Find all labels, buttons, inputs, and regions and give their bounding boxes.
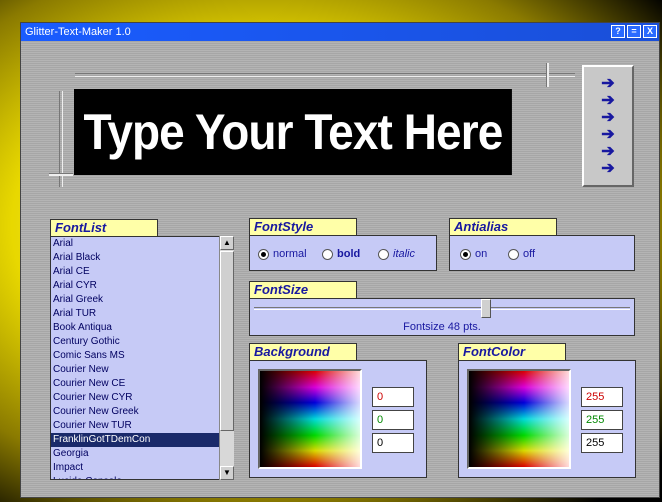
font-list-item[interactable]: Impact bbox=[51, 461, 233, 475]
arrow-icon: ➔ bbox=[601, 143, 615, 160]
fontsize-slider-track[interactable] bbox=[254, 307, 630, 310]
fontcolor-red-input[interactable]: 255 bbox=[581, 387, 623, 407]
horizontal-ruler-handle[interactable] bbox=[546, 63, 549, 87]
font-list-item[interactable]: FranklinGotTDemCon bbox=[51, 433, 233, 447]
arrow-icon: ➔ bbox=[601, 160, 615, 177]
antialias-panel: on off bbox=[449, 235, 635, 271]
radio-bold[interactable] bbox=[322, 248, 333, 260]
font-list-item[interactable]: Comic Sans MS bbox=[51, 349, 233, 363]
background-panel: 0 0 0 bbox=[249, 360, 427, 478]
font-list-item[interactable]: Arial Greek bbox=[51, 293, 233, 307]
font-list-item[interactable]: Courier New TUR bbox=[51, 419, 233, 433]
fontcolor-color-picker[interactable] bbox=[467, 369, 571, 469]
font-list-item[interactable]: Georgia bbox=[51, 447, 233, 461]
radio-off[interactable] bbox=[508, 248, 519, 260]
font-list-item[interactable]: Courier New Greek bbox=[51, 405, 233, 419]
title-bar: Glitter-Text-Maker 1.0 ? = X bbox=[21, 23, 659, 41]
font-list-item[interactable]: Courier New CYR bbox=[51, 391, 233, 405]
font-list-item[interactable]: Arial Black bbox=[51, 251, 233, 265]
antialias-tab: Antialias bbox=[449, 218, 557, 235]
close-button[interactable]: X bbox=[643, 25, 657, 38]
fontcolor-tab: FontColor bbox=[458, 343, 566, 360]
label-on: on bbox=[475, 248, 488, 260]
antialias-off[interactable]: off bbox=[508, 248, 535, 260]
label-italic: italic bbox=[393, 248, 416, 260]
font-list-item[interactable]: Arial CE bbox=[51, 265, 233, 279]
fontlist-tab: FontList bbox=[50, 219, 158, 236]
label-normal: normal bbox=[273, 248, 307, 260]
fontstyle-italic[interactable]: italic bbox=[378, 248, 415, 260]
vertical-ruler-handle[interactable] bbox=[49, 173, 73, 176]
title-bar-buttons: ? = X bbox=[611, 25, 657, 38]
radio-italic[interactable] bbox=[378, 248, 389, 260]
font-list-item[interactable]: Arial bbox=[51, 237, 233, 251]
minimize-button[interactable]: = bbox=[627, 25, 641, 38]
arrow-icon: ➔ bbox=[601, 75, 615, 92]
font-list-item[interactable]: Arial CYR bbox=[51, 279, 233, 293]
font-list[interactable]: Arial Arial Black Arial CE Arial CYR Arial G… bbox=[50, 236, 234, 480]
arrow-icon: ➔ bbox=[601, 109, 615, 126]
fontstyle-panel: normal bold italic bbox=[249, 235, 437, 271]
fontcolor-blue-input[interactable]: 255 bbox=[581, 433, 623, 453]
font-list-item[interactable]: Courier New CE bbox=[51, 377, 233, 391]
fontsize-tab: FontSize bbox=[249, 281, 357, 298]
app-window: Glitter-Text-Maker 1.0 ? = X Type Your T… bbox=[20, 22, 660, 498]
generate-button[interactable]: ➔ ➔ ➔ ➔ ➔ ➔ bbox=[582, 65, 634, 187]
horizontal-ruler bbox=[75, 73, 575, 77]
fontstyle-bold[interactable]: bold bbox=[322, 248, 360, 260]
font-list-scrollbar[interactable]: ▲ ▼ bbox=[219, 236, 234, 480]
background-blue-input[interactable]: 0 bbox=[372, 433, 414, 453]
scroll-up-button[interactable]: ▲ bbox=[220, 236, 234, 250]
fontsize-slider-thumb[interactable] bbox=[480, 299, 491, 318]
antialias-on[interactable]: on bbox=[460, 248, 487, 260]
fontcolor-green-input[interactable]: 255 bbox=[581, 410, 623, 430]
scroll-thumb[interactable] bbox=[220, 251, 234, 431]
label-bold: bold bbox=[337, 248, 361, 260]
background-red-input[interactable]: 0 bbox=[372, 387, 414, 407]
arrow-icon: ➔ bbox=[601, 126, 615, 143]
text-preview[interactable]: Type Your Text Here bbox=[74, 89, 512, 175]
fontstyle-tab: FontStyle bbox=[249, 218, 357, 235]
font-list-item[interactable]: Century Gothic bbox=[51, 335, 233, 349]
fontcolor-panel: 255 255 255 bbox=[458, 360, 636, 478]
scroll-down-button[interactable]: ▼ bbox=[220, 466, 234, 480]
font-list-item[interactable]: Book Antiqua bbox=[51, 321, 233, 335]
fontsize-label: Fontsize 48 pts. bbox=[403, 321, 481, 333]
font-list-item[interactable]: Lucida Console bbox=[51, 475, 233, 479]
font-list-item[interactable]: Arial TUR bbox=[51, 307, 233, 321]
radio-normal[interactable] bbox=[258, 248, 269, 260]
background-color-picker[interactable] bbox=[258, 369, 362, 469]
radio-on[interactable] bbox=[460, 248, 471, 260]
window-title: Glitter-Text-Maker 1.0 bbox=[25, 26, 131, 38]
label-off: off bbox=[523, 248, 536, 260]
font-list-item[interactable]: Courier New bbox=[51, 363, 233, 377]
arrow-icon: ➔ bbox=[601, 92, 615, 109]
arrow-stack: ➔ ➔ ➔ ➔ ➔ ➔ bbox=[584, 67, 632, 177]
background-green-input[interactable]: 0 bbox=[372, 410, 414, 430]
background-tab: Background bbox=[249, 343, 357, 360]
help-button[interactable]: ? bbox=[611, 25, 625, 38]
fontstyle-normal[interactable]: normal bbox=[258, 248, 307, 260]
fontsize-panel: Fontsize 48 pts. bbox=[249, 298, 635, 336]
